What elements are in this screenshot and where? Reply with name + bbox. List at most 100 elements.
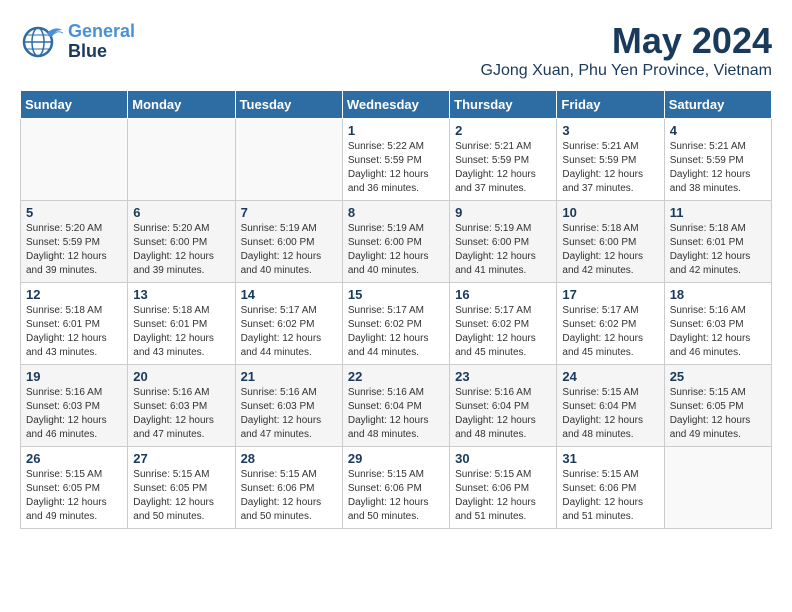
day-number: 16: [455, 287, 551, 302]
day-number: 6: [133, 205, 229, 220]
day-info: Sunrise: 5:16 AM Sunset: 6:04 PM Dayligh…: [348, 386, 444, 442]
day-number: 14: [241, 287, 337, 302]
day-info: Sunrise: 5:18 AM Sunset: 6:01 PM Dayligh…: [670, 222, 766, 278]
logo: General Blue: [20, 20, 135, 64]
day-info: Sunrise: 5:15 AM Sunset: 6:05 PM Dayligh…: [670, 386, 766, 442]
table-row: 2 Sunrise: 5:21 AM Sunset: 5:59 PM Dayli…: [450, 119, 557, 201]
header-friday: Friday: [557, 91, 664, 119]
day-info: Sunrise: 5:17 AM Sunset: 6:02 PM Dayligh…: [241, 304, 337, 360]
table-row: 11 Sunrise: 5:18 AM Sunset: 6:01 PM Dayl…: [664, 201, 771, 283]
table-row: 28 Sunrise: 5:15 AM Sunset: 6:06 PM Dayl…: [235, 447, 342, 529]
day-number: 24: [562, 369, 658, 384]
day-info: Sunrise: 5:18 AM Sunset: 6:00 PM Dayligh…: [562, 222, 658, 278]
table-row: 24 Sunrise: 5:15 AM Sunset: 6:04 PM Dayl…: [557, 365, 664, 447]
day-info: Sunrise: 5:19 AM Sunset: 6:00 PM Dayligh…: [455, 222, 551, 278]
logo-name2: Blue: [68, 42, 135, 62]
day-number: 10: [562, 205, 658, 220]
table-row: 26 Sunrise: 5:15 AM Sunset: 6:05 PM Dayl…: [21, 447, 128, 529]
day-info: Sunrise: 5:21 AM Sunset: 5:59 PM Dayligh…: [562, 140, 658, 196]
calendar-title-block: May 2024 GJong Xuan, Phu Yen Province, V…: [481, 20, 772, 80]
calendar-subtitle: GJong Xuan, Phu Yen Province, Vietnam: [481, 62, 772, 80]
calendar-table: Sunday Monday Tuesday Wednesday Thursday…: [20, 90, 772, 529]
day-number: 26: [26, 451, 122, 466]
day-info: Sunrise: 5:18 AM Sunset: 6:01 PM Dayligh…: [26, 304, 122, 360]
table-row: 30 Sunrise: 5:15 AM Sunset: 6:06 PM Dayl…: [450, 447, 557, 529]
day-number: 27: [133, 451, 229, 466]
day-info: Sunrise: 5:15 AM Sunset: 6:05 PM Dayligh…: [133, 468, 229, 524]
day-number: 5: [26, 205, 122, 220]
calendar-week-row: 1 Sunrise: 5:22 AM Sunset: 5:59 PM Dayli…: [21, 119, 772, 201]
calendar-week-row: 5 Sunrise: 5:20 AM Sunset: 5:59 PM Dayli…: [21, 201, 772, 283]
table-row: 14 Sunrise: 5:17 AM Sunset: 6:02 PM Dayl…: [235, 283, 342, 365]
day-info: Sunrise: 5:15 AM Sunset: 6:06 PM Dayligh…: [348, 468, 444, 524]
logo-icon: [20, 20, 64, 64]
calendar-title: May 2024: [481, 20, 772, 62]
day-number: 19: [26, 369, 122, 384]
table-row: 23 Sunrise: 5:16 AM Sunset: 6:04 PM Dayl…: [450, 365, 557, 447]
table-row: 18 Sunrise: 5:16 AM Sunset: 6:03 PM Dayl…: [664, 283, 771, 365]
day-number: 4: [670, 123, 766, 138]
day-number: 25: [670, 369, 766, 384]
day-number: 31: [562, 451, 658, 466]
header-wednesday: Wednesday: [342, 91, 449, 119]
table-row: 4 Sunrise: 5:21 AM Sunset: 5:59 PM Dayli…: [664, 119, 771, 201]
day-info: Sunrise: 5:15 AM Sunset: 6:05 PM Dayligh…: [26, 468, 122, 524]
table-row: 29 Sunrise: 5:15 AM Sunset: 6:06 PM Dayl…: [342, 447, 449, 529]
header-sunday: Sunday: [21, 91, 128, 119]
table-row: 10 Sunrise: 5:18 AM Sunset: 6:00 PM Dayl…: [557, 201, 664, 283]
day-number: 9: [455, 205, 551, 220]
table-row: 5 Sunrise: 5:20 AM Sunset: 5:59 PM Dayli…: [21, 201, 128, 283]
day-number: 3: [562, 123, 658, 138]
day-info: Sunrise: 5:17 AM Sunset: 6:02 PM Dayligh…: [562, 304, 658, 360]
table-row: 17 Sunrise: 5:17 AM Sunset: 6:02 PM Dayl…: [557, 283, 664, 365]
table-row: 8 Sunrise: 5:19 AM Sunset: 6:00 PM Dayli…: [342, 201, 449, 283]
day-info: Sunrise: 5:16 AM Sunset: 6:04 PM Dayligh…: [455, 386, 551, 442]
table-row: [235, 119, 342, 201]
day-info: Sunrise: 5:17 AM Sunset: 6:02 PM Dayligh…: [348, 304, 444, 360]
table-row: 22 Sunrise: 5:16 AM Sunset: 6:04 PM Dayl…: [342, 365, 449, 447]
table-row: 1 Sunrise: 5:22 AM Sunset: 5:59 PM Dayli…: [342, 119, 449, 201]
table-row: [21, 119, 128, 201]
table-row: 15 Sunrise: 5:17 AM Sunset: 6:02 PM Dayl…: [342, 283, 449, 365]
day-info: Sunrise: 5:15 AM Sunset: 6:06 PM Dayligh…: [241, 468, 337, 524]
day-number: 20: [133, 369, 229, 384]
table-row: 16 Sunrise: 5:17 AM Sunset: 6:02 PM Dayl…: [450, 283, 557, 365]
day-number: 12: [26, 287, 122, 302]
day-info: Sunrise: 5:16 AM Sunset: 6:03 PM Dayligh…: [670, 304, 766, 360]
day-number: 13: [133, 287, 229, 302]
day-info: Sunrise: 5:15 AM Sunset: 6:06 PM Dayligh…: [562, 468, 658, 524]
calendar-week-row: 26 Sunrise: 5:15 AM Sunset: 6:05 PM Dayl…: [21, 447, 772, 529]
day-number: 1: [348, 123, 444, 138]
day-info: Sunrise: 5:19 AM Sunset: 6:00 PM Dayligh…: [241, 222, 337, 278]
header-saturday: Saturday: [664, 91, 771, 119]
table-row: 25 Sunrise: 5:15 AM Sunset: 6:05 PM Dayl…: [664, 365, 771, 447]
header-thursday: Thursday: [450, 91, 557, 119]
table-row: 6 Sunrise: 5:20 AM Sunset: 6:00 PM Dayli…: [128, 201, 235, 283]
day-info: Sunrise: 5:19 AM Sunset: 6:00 PM Dayligh…: [348, 222, 444, 278]
day-info: Sunrise: 5:15 AM Sunset: 6:06 PM Dayligh…: [455, 468, 551, 524]
day-number: 17: [562, 287, 658, 302]
day-number: 23: [455, 369, 551, 384]
day-number: 2: [455, 123, 551, 138]
calendar-week-row: 19 Sunrise: 5:16 AM Sunset: 6:03 PM Dayl…: [21, 365, 772, 447]
logo-name: General: [68, 22, 135, 42]
day-number: 8: [348, 205, 444, 220]
day-number: 29: [348, 451, 444, 466]
day-number: 15: [348, 287, 444, 302]
day-number: 18: [670, 287, 766, 302]
header-monday: Monday: [128, 91, 235, 119]
day-info: Sunrise: 5:16 AM Sunset: 6:03 PM Dayligh…: [26, 386, 122, 442]
table-row: 19 Sunrise: 5:16 AM Sunset: 6:03 PM Dayl…: [21, 365, 128, 447]
day-info: Sunrise: 5:22 AM Sunset: 5:59 PM Dayligh…: [348, 140, 444, 196]
table-row: [128, 119, 235, 201]
day-info: Sunrise: 5:17 AM Sunset: 6:02 PM Dayligh…: [455, 304, 551, 360]
day-info: Sunrise: 5:20 AM Sunset: 5:59 PM Dayligh…: [26, 222, 122, 278]
table-row: 3 Sunrise: 5:21 AM Sunset: 5:59 PM Dayli…: [557, 119, 664, 201]
header-tuesday: Tuesday: [235, 91, 342, 119]
day-info: Sunrise: 5:15 AM Sunset: 6:04 PM Dayligh…: [562, 386, 658, 442]
table-row: 31 Sunrise: 5:15 AM Sunset: 6:06 PM Dayl…: [557, 447, 664, 529]
day-info: Sunrise: 5:21 AM Sunset: 5:59 PM Dayligh…: [670, 140, 766, 196]
day-number: 7: [241, 205, 337, 220]
calendar-header-row: Sunday Monday Tuesday Wednesday Thursday…: [21, 91, 772, 119]
page-header: General Blue May 2024 GJong Xuan, Phu Ye…: [20, 20, 772, 80]
